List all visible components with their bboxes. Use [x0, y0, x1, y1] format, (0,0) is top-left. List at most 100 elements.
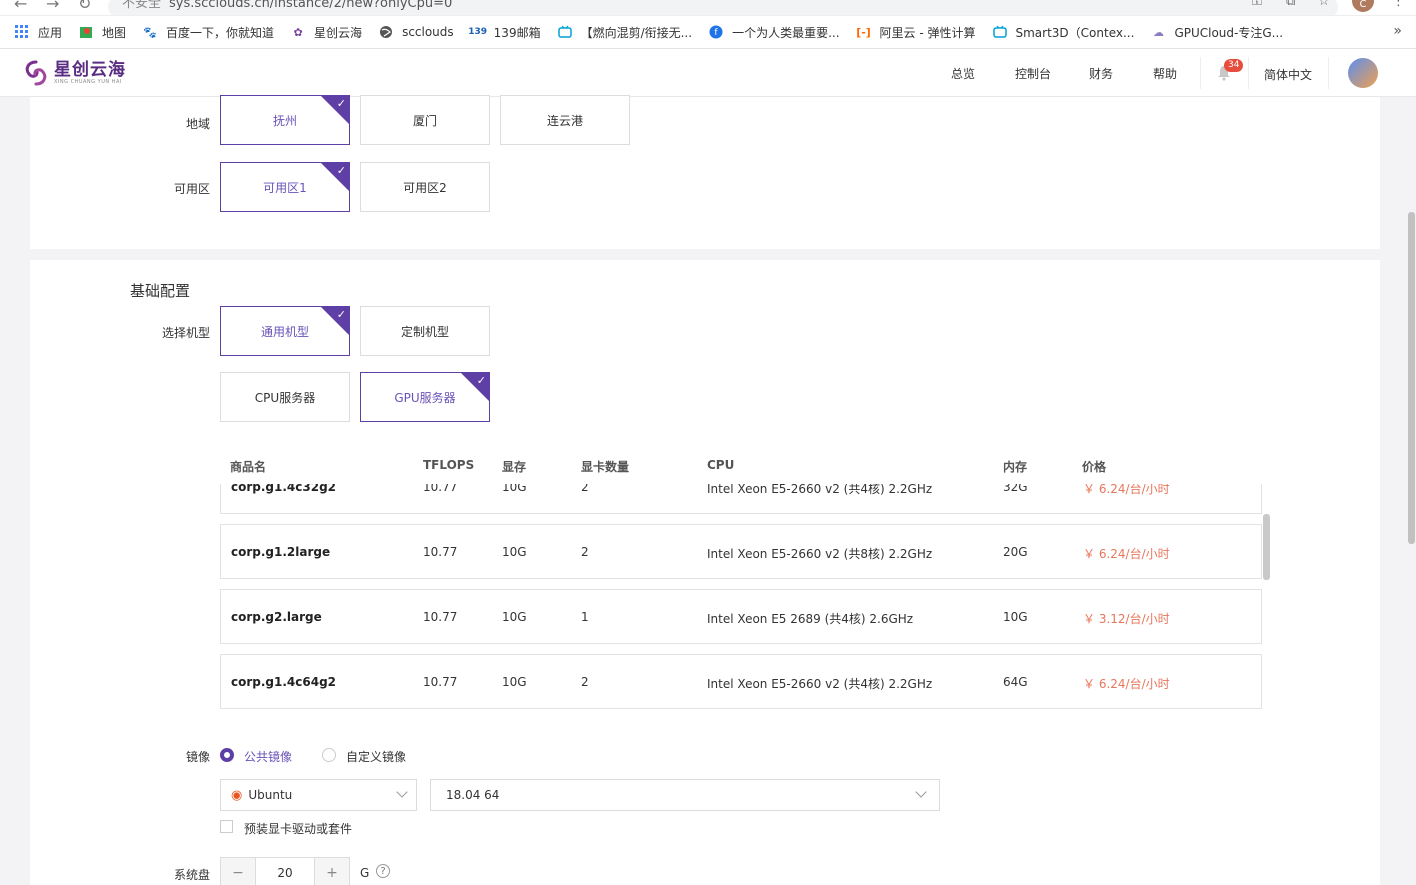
- site-logo[interactable]: 星创云海 XING CHUANG YUN HAI: [22, 59, 126, 87]
- chevron-down-icon: [915, 786, 927, 798]
- basic-config-panel: 基础配置 选择机型 通用机型 ✓ 定制机型 CPU服务器 GPU服务器 ✓ 商品名 …: [30, 260, 1380, 885]
- header-divider: [1328, 57, 1329, 89]
- bookmarks-bar: 应用 地图 🐾 百度一下，你就知道 ✿ 星创云海 scclouds 139 139邮箱…: [0, 16, 1416, 49]
- back-icon[interactable]: ←: [14, 0, 27, 13]
- top-nav: 总览 控制台 财务 帮助: [940, 49, 1215, 97]
- bookmark-baidu[interactable]: 🐾 百度一下，你就知道: [142, 24, 274, 41]
- cell-gpus: 2: [581, 484, 589, 494]
- bookmark-label: 地图: [102, 25, 127, 40]
- custom-image-radio[interactable]: [322, 748, 336, 762]
- apps-grid-icon: [14, 24, 30, 40]
- address-bar[interactable]: 不安全 sys.scclouds.cn/instance/2/new?onlyCp…: [108, 0, 1338, 15]
- table-row[interactable]: corp.g1.4c32g2 10.77 10G 2 Intel Xeon E5…: [220, 484, 1262, 514]
- os-select-value: Ubuntu: [248, 788, 293, 802]
- cell-price: ￥ 6.24/台/小时: [1083, 677, 1170, 691]
- system-disk-label: 系统盘: [173, 868, 210, 882]
- check-icon: ✓: [336, 97, 346, 110]
- bookmark-bilibili-1[interactable]: 【燃向混剪/衔接无...: [557, 24, 692, 41]
- forward-icon[interactable]: →: [46, 0, 59, 13]
- cell-price: ￥ 6.24/台/小时: [1083, 547, 1170, 561]
- option-label: 通用机型: [260, 324, 309, 339]
- os-select[interactable]: ◉ Ubuntu: [220, 779, 417, 811]
- region-option-fuzhou[interactable]: 抚州 ✓: [220, 95, 350, 145]
- bookmark-important[interactable]: f 一个为人类最重要...: [708, 24, 840, 41]
- col-tflops: TFLOPS: [423, 458, 475, 472]
- instance-table-body[interactable]: corp.g1.4c32g2 10.77 10G 2 Intel Xeon E5…: [220, 484, 1272, 716]
- cell-mem: 64G: [1003, 675, 1028, 689]
- cell-cpu: Intel Xeon E5-2660 v2 (共8核) 2.2GHz: [707, 547, 933, 561]
- help-icon[interactable]: ?: [376, 864, 390, 878]
- bilibili-icon: [557, 24, 573, 40]
- bookmark-gpucloud[interactable]: ☁ GPUCloud-专注G...: [1150, 24, 1283, 41]
- region-option-lianyungang[interactable]: 连云港: [500, 95, 630, 145]
- system-disk-stepper[interactable]: − 20 +: [220, 857, 350, 885]
- location-panel: 地域 抚州 ✓ 厦门 连云港 可用区 可用区1 ✓ 可用区2: [30, 95, 1380, 249]
- cell-price: ￥ 3.12/台/小时: [1083, 612, 1170, 626]
- version-select[interactable]: 18.04 64: [430, 779, 940, 811]
- region-label: 地域: [185, 117, 210, 131]
- cell-mem: 32G: [1003, 484, 1028, 494]
- aliyun-icon: [-]: [856, 25, 871, 39]
- option-label: 厦门: [412, 113, 437, 128]
- zone-option-1[interactable]: 可用区1 ✓: [220, 162, 350, 212]
- bookmark-label: 应用: [38, 25, 63, 40]
- bookmark-139mail[interactable]: 139 139邮箱: [468, 24, 541, 41]
- custom-image-label[interactable]: 自定义镜像: [346, 748, 406, 765]
- star-icon[interactable]: ☆: [1318, 0, 1330, 9]
- bookmark-label: 星创云海: [314, 25, 363, 40]
- bookmark-apps[interactable]: 应用: [14, 24, 62, 41]
- section-title: 基础配置: [130, 282, 191, 300]
- bookmarks-overflow-icon[interactable]: »: [1393, 23, 1402, 39]
- bookmark-scclouds-cn[interactable]: ✿ 星创云海: [290, 24, 362, 41]
- bookmark-maps[interactable]: 地图: [78, 24, 126, 41]
- nav-finance[interactable]: 财务: [1089, 65, 1113, 82]
- language-switch[interactable]: 简体中文: [1264, 66, 1312, 83]
- cell-name: corp.g2.large: [231, 610, 322, 624]
- profile-avatar[interactable]: C: [1352, 0, 1374, 12]
- menu-dots-icon[interactable]: ⋮: [1392, 0, 1405, 9]
- cell-tflops: 10.77: [423, 484, 458, 494]
- bookmark-aliyun[interactable]: [-] 阿里云 - 弹性计算: [856, 24, 975, 41]
- server-option-gpu[interactable]: GPU服务器 ✓: [360, 372, 490, 422]
- region-option-xiamen[interactable]: 厦门: [360, 95, 490, 145]
- cell-vram: 10G: [502, 610, 527, 624]
- cell-name: corp.g1.2large: [231, 545, 331, 559]
- check-icon: ✓: [336, 308, 346, 321]
- key-icon[interactable]: ⚿: [1252, 0, 1262, 9]
- bookmark-scclouds[interactable]: scclouds: [378, 24, 454, 40]
- public-image-label[interactable]: 公共镜像: [244, 748, 292, 765]
- public-image-radio[interactable]: [220, 748, 234, 762]
- cell-cpu: Intel Xeon E5 2689 (共4核) 2.6GHz: [707, 612, 914, 626]
- bookmark-label: scclouds: [402, 25, 454, 39]
- table-row[interactable]: corp.g2.large 10.77 10G 1 Intel Xeon E5 …: [220, 589, 1262, 644]
- nav-help[interactable]: 帮助: [1153, 65, 1177, 82]
- preinstall-checkbox[interactable]: [220, 820, 233, 833]
- user-avatar[interactable]: [1348, 58, 1378, 88]
- check-icon: ✓: [336, 164, 346, 177]
- system-disk-value[interactable]: 20: [255, 858, 315, 885]
- server-option-cpu[interactable]: CPU服务器: [220, 372, 350, 422]
- col-memory: 内存: [1003, 460, 1028, 474]
- table-row[interactable]: corp.g1.4c64g2 10.77 10G 2 Intel Xeon E5…: [220, 654, 1262, 709]
- bookmark-label: 139邮箱: [493, 25, 541, 40]
- table-scrollbar[interactable]: [1263, 514, 1270, 580]
- type-option-custom[interactable]: 定制机型: [360, 306, 490, 356]
- bookmark-bilibili-2[interactable]: Smart3D（Contex...: [992, 24, 1134, 41]
- table-row[interactable]: corp.g1.2large 10.77 10G 2 Intel Xeon E5…: [220, 524, 1262, 579]
- page-scrollbar[interactable]: [1408, 212, 1415, 544]
- minus-button[interactable]: −: [221, 858, 255, 885]
- machine-type-label: 选择机型: [161, 326, 210, 340]
- cell-gpus: 2: [581, 675, 589, 689]
- reload-icon[interactable]: ↻: [78, 0, 91, 13]
- translate-icon[interactable]: ⧉: [1286, 0, 1295, 9]
- preinstall-label[interactable]: 预装显卡驱动或套件: [244, 820, 352, 837]
- security-label: 不安全: [122, 0, 162, 11]
- baidu-paw-icon: 🐾: [143, 25, 157, 39]
- nav-console[interactable]: 控制台: [1015, 65, 1051, 82]
- logo-text-cn: 星创云海: [54, 60, 126, 80]
- plus-button[interactable]: +: [315, 858, 349, 885]
- zone-option-2[interactable]: 可用区2: [360, 162, 490, 212]
- type-option-general[interactable]: 通用机型 ✓: [220, 306, 350, 356]
- nav-overview[interactable]: 总览: [951, 65, 975, 82]
- col-cpu: CPU: [707, 458, 735, 472]
